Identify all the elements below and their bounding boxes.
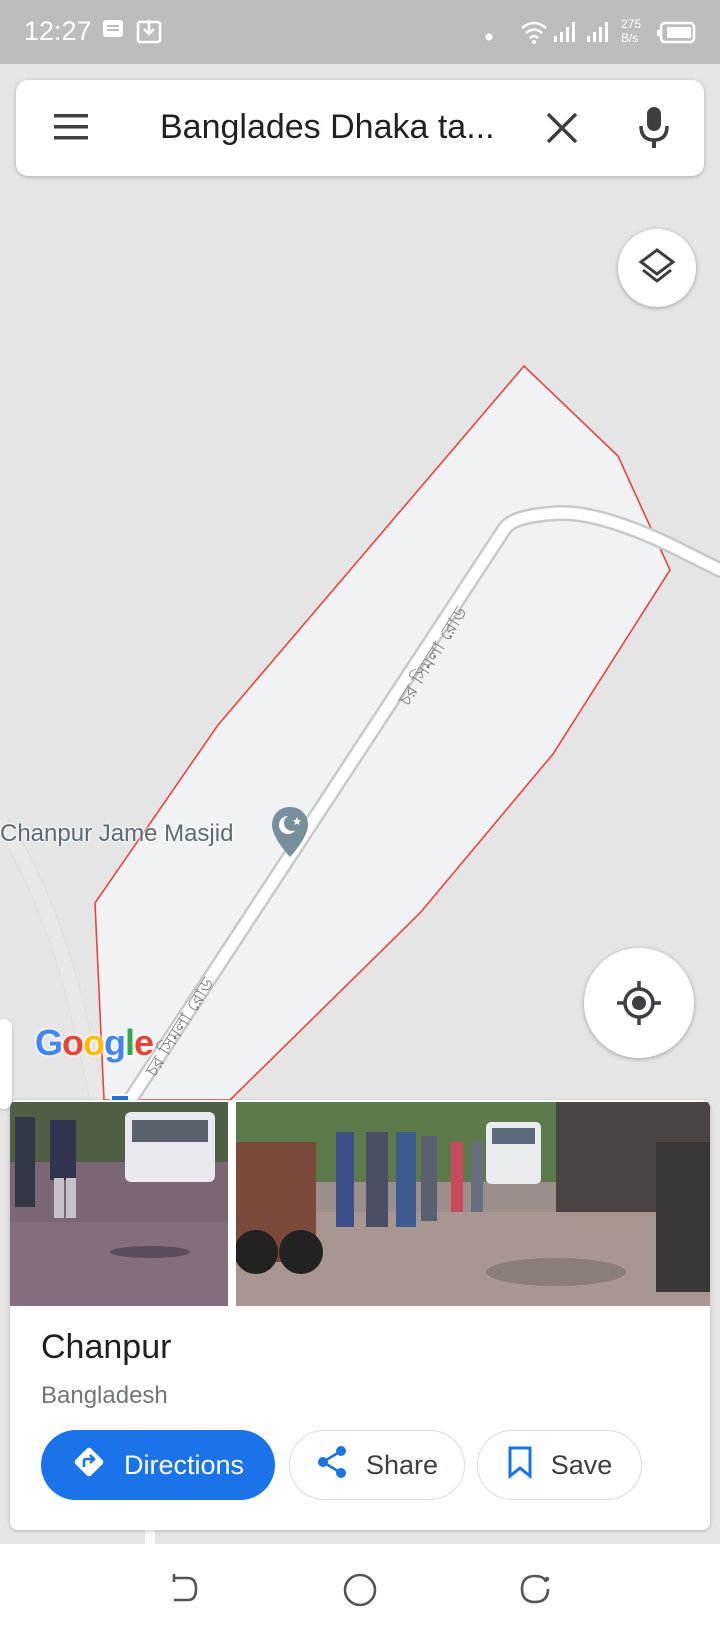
share-button[interactable]: Share: [289, 1430, 465, 1500]
directions-label: Directions: [123, 1449, 245, 1480]
recents-icon[interactable]: [518, 1572, 552, 1611]
net-speed-value: 275: [621, 17, 642, 31]
place-photo-2[interactable]: [236, 1102, 710, 1306]
home-icon[interactable]: [342, 1572, 378, 1613]
share-icon: [316, 1445, 348, 1486]
navigation-bar: [0, 1544, 720, 1640]
place-photo-1[interactable]: [10, 1102, 228, 1306]
layers-icon: [638, 247, 676, 292]
dot-icon: [485, 28, 493, 46]
download-icon: [136, 18, 162, 49]
place-sheet[interactable]: Chanpur Bangladesh Directions Share Save: [10, 1100, 710, 1530]
google-attribution: Google: [35, 1022, 154, 1063]
status-bar: 12:27 275 B/s: [0, 0, 720, 64]
close-icon[interactable]: [544, 110, 580, 151]
my-location-icon: [616, 980, 662, 1031]
message-icon: [102, 18, 124, 45]
wifi-icon: [520, 20, 548, 49]
area-boundary: [94, 364, 671, 1101]
net-speed-unit: B/s: [621, 31, 639, 45]
directions-icon: [72, 1445, 106, 1486]
status-time: 12:27: [24, 16, 92, 46]
save-button[interactable]: Save: [477, 1430, 642, 1500]
my-location-button[interactable]: [584, 948, 694, 1058]
menu-icon[interactable]: [52, 110, 90, 149]
mosque-pin-icon[interactable]: [270, 805, 310, 864]
place-subtitle: Bangladesh: [41, 1382, 168, 1409]
signal-icon: [553, 20, 579, 49]
share-label: Share: [365, 1449, 439, 1480]
signal-icon: [586, 20, 612, 49]
poi-label[interactable]: Chanpur Jame Masjid: [0, 820, 233, 848]
back-icon[interactable]: [168, 1572, 202, 1611]
directions-button[interactable]: Directions: [41, 1430, 275, 1500]
search-bar[interactable]: Banglades Dhaka ta...: [16, 80, 704, 176]
place-name: Chanpur: [41, 1328, 172, 1366]
layers-button[interactable]: [618, 229, 696, 307]
save-label: Save: [550, 1449, 613, 1480]
map-edge-card: [0, 1019, 12, 1109]
search-input[interactable]: Banglades Dhaka ta...: [160, 108, 540, 147]
mic-icon[interactable]: [638, 104, 670, 157]
poi-label-text: Chanpur Jame Masjid: [0, 820, 234, 847]
battery-icon: [656, 20, 696, 49]
bookmark-icon: [507, 1445, 533, 1486]
